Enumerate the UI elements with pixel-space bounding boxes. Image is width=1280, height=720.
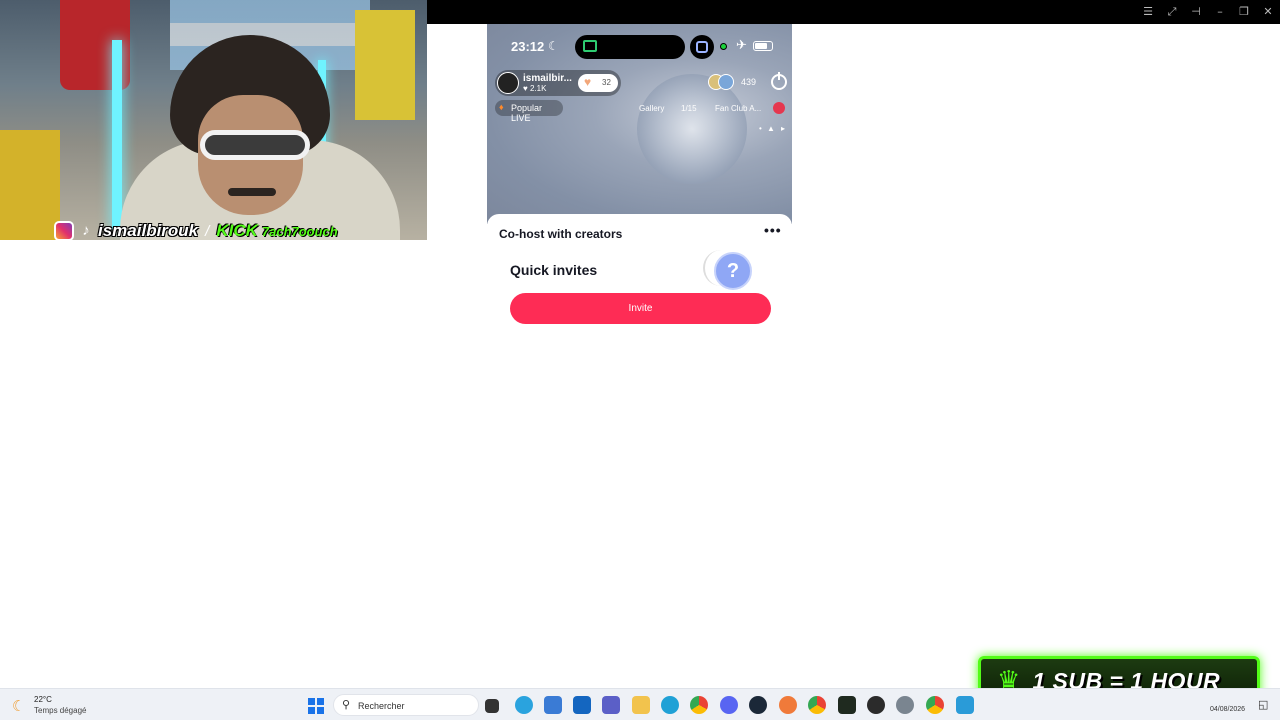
- task-view-icon[interactable]: [485, 699, 499, 713]
- camera-icon[interactable]: ▲: [767, 124, 775, 133]
- dynamic-island: [575, 35, 685, 59]
- neon-light: [112, 40, 122, 230]
- list-icon[interactable]: ☰: [1140, 4, 1156, 20]
- separator: /: [205, 222, 210, 240]
- terminal-icon[interactable]: [838, 696, 856, 714]
- background-jersey: [0, 130, 60, 240]
- live-stream-view[interactable]: 23:12 ☾ ✈ ismailbir... ♥ 2.1K ♥ 32 439 ♦…: [487, 24, 792, 224]
- invite-button[interactable]: Invite: [510, 293, 771, 324]
- screen-mirroring-icon: [583, 40, 597, 52]
- popular-live-badge[interactable]: ♦ Popular LIVE: [495, 100, 563, 123]
- store-icon[interactable]: [544, 696, 562, 714]
- taskbar-search[interactable]: ⚲ Rechercher: [333, 694, 479, 716]
- obs-icon[interactable]: [779, 696, 797, 714]
- host-likes: ♥ 2.1K: [523, 84, 547, 93]
- outlook-icon[interactable]: [573, 696, 591, 714]
- chrome-alt-icon[interactable]: [926, 696, 944, 714]
- search-placeholder: Rechercher: [358, 701, 405, 711]
- viewer-avatars[interactable]: [708, 74, 742, 92]
- power-icon[interactable]: [771, 72, 787, 90]
- minimize-icon[interactable]: –: [1212, 4, 1228, 20]
- cohost-sheet: Co-host with creators ••• Quick invites …: [487, 214, 792, 336]
- davinci-icon[interactable]: [867, 696, 885, 714]
- start-icon[interactable]: [308, 698, 324, 714]
- gallery-label[interactable]: Gallery: [639, 104, 664, 113]
- avatar: [718, 74, 734, 90]
- pin-icon[interactable]: ⊣: [1188, 4, 1204, 20]
- arrow-right-icon[interactable]: ▸: [781, 124, 785, 133]
- social-handle: ismailbirouk: [98, 221, 199, 240]
- teams-icon[interactable]: [602, 696, 620, 714]
- kick-handle: 7ach7oouch: [261, 223, 338, 239]
- sheet-title: Co-host with creators: [499, 227, 623, 241]
- heart-icon: ♥: [584, 75, 592, 89]
- weather-desc[interactable]: Temps dégagé: [34, 706, 86, 715]
- help-icon[interactable]: ?: [714, 252, 752, 290]
- edge-icon[interactable]: [661, 696, 679, 714]
- settings-icon[interactable]: [896, 696, 914, 714]
- instagram-icon: [54, 221, 74, 241]
- gallery-count: 1/15: [681, 104, 697, 113]
- fan-club-label[interactable]: Fan Club A...: [715, 104, 761, 113]
- weather-temp[interactable]: 22°C: [34, 695, 52, 704]
- flame-icon: ♦: [499, 102, 504, 112]
- screen-share-icon: [696, 41, 708, 53]
- like-count: 32: [602, 78, 611, 87]
- kick-logo: KICK: [216, 221, 258, 240]
- chrome-profile-icon[interactable]: [808, 696, 826, 714]
- discord-icon[interactable]: [720, 696, 738, 714]
- taskbar: ☾ 22°C Temps dégagé ⚲ Rechercher 04/08/2…: [0, 688, 1280, 720]
- camera-indicator: [720, 43, 727, 50]
- search-icon: ⚲: [342, 698, 351, 711]
- file-explorer-icon[interactable]: [632, 696, 650, 714]
- battery-icon: [753, 41, 773, 51]
- host-name: ismailbir...: [523, 73, 572, 84]
- popular-live-label: Popular LIVE: [511, 103, 543, 123]
- moon-weather-icon[interactable]: ☾: [12, 697, 25, 715]
- quick-invites-title: Quick invites: [510, 262, 598, 278]
- status-time: 23:12: [511, 39, 545, 54]
- dot-icon: •: [759, 124, 762, 133]
- restore-icon[interactable]: ❐: [1236, 4, 1252, 20]
- background-jersey: [355, 10, 415, 120]
- fan-club-icon[interactable]: [773, 102, 785, 114]
- mirroring-indicator: [690, 35, 714, 59]
- steam-icon[interactable]: [749, 696, 767, 714]
- viewer-count[interactable]: 439: [741, 77, 756, 87]
- more-icon[interactable]: •••: [764, 222, 782, 238]
- phone-mirror: 23:12 ☾ ✈ ismailbir... ♥ 2.1K ♥ 32 439 ♦…: [487, 24, 792, 336]
- chrome-icon[interactable]: [690, 696, 708, 714]
- close-icon[interactable]: ✕: [1260, 4, 1276, 20]
- sunglasses: [200, 130, 310, 160]
- notification-icon[interactable]: ◱: [1258, 698, 1268, 711]
- phone-link-icon[interactable]: [956, 696, 974, 714]
- webcam-overlay: [0, 0, 427, 240]
- social-handles-bar: ♪ ismailbirouk / KICK 7ach7oouch: [54, 221, 338, 241]
- expand-icon[interactable]: ⤢: [1164, 4, 1180, 20]
- moon-icon: ☾: [548, 39, 559, 53]
- telegram-icon[interactable]: [515, 696, 533, 714]
- tray-date[interactable]: 04/08/2026: [1210, 706, 1245, 713]
- tiktok-icon: ♪: [82, 222, 90, 239]
- airplane-icon: ✈: [736, 38, 747, 53]
- mustache: [228, 188, 276, 196]
- avatar[interactable]: [497, 72, 519, 94]
- like-button[interactable]: ♥ 32: [578, 74, 618, 92]
